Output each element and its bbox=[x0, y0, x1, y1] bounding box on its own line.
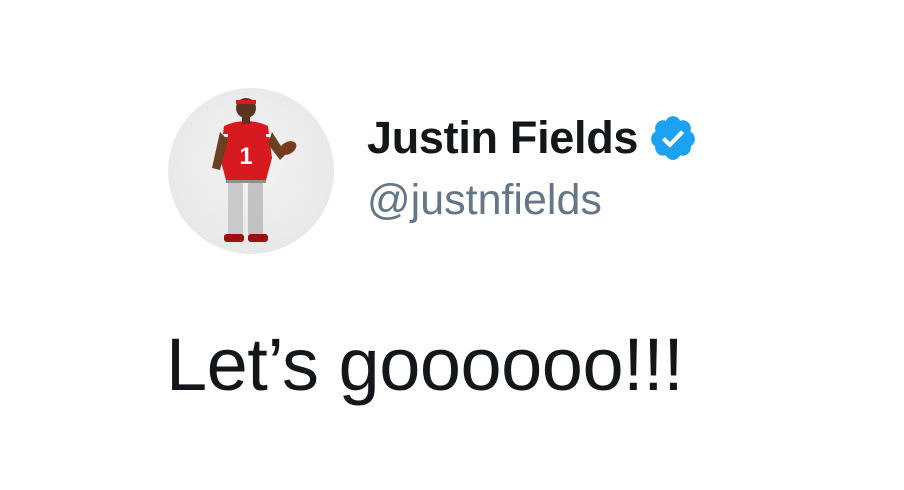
display-name[interactable]: Justin Fields bbox=[367, 112, 638, 164]
name-row: Justin Fields bbox=[367, 108, 698, 168]
user-handle[interactable]: @justnfields bbox=[367, 176, 698, 225]
svg-text:1: 1 bbox=[239, 143, 252, 170]
user-info: Justin Fields @justnfields bbox=[367, 108, 698, 225]
avatar[interactable]: 1 bbox=[168, 88, 334, 254]
avatar-photo: 1 bbox=[212, 98, 297, 242]
verified-badge-icon bbox=[648, 113, 698, 163]
tweet-card: 1 Justin Fields @justnfields Let’s goooo… bbox=[0, 0, 904, 490]
tweet-text: Let’s goooooo!!! bbox=[166, 323, 684, 406]
